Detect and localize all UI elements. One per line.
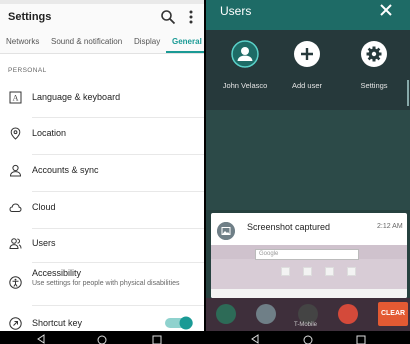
preview-tile <box>325 267 334 276</box>
notification-time: 2:12 AM <box>377 223 403 230</box>
navigation-bar <box>206 331 410 344</box>
navigation-bar <box>0 331 204 344</box>
location-pin-icon <box>10 127 21 140</box>
users-icon <box>9 238 22 249</box>
tab-display[interactable]: Display <box>134 37 160 46</box>
settings-item-users[interactable]: Users <box>0 234 204 264</box>
shortcut-key-icon <box>9 317 22 330</box>
divider <box>32 262 204 263</box>
account-icon <box>9 164 22 177</box>
preview-tile <box>281 267 290 276</box>
settings-item-location[interactable]: Location <box>0 124 204 154</box>
settings-item-cloud[interactable]: Cloud <box>0 198 204 228</box>
tab-general[interactable]: General <box>172 37 202 46</box>
gear-icon <box>361 41 387 67</box>
recents-icon[interactable] <box>152 335 162 344</box>
search-icon[interactable] <box>160 9 176 25</box>
divider <box>32 154 204 155</box>
users-header: Users <box>206 0 410 30</box>
settings-item-label: Shortcut key <box>32 318 83 328</box>
settings-tabs: Networks Sound & notification Display Ge… <box>0 31 204 54</box>
settings-item-label: Language & keyboard <box>32 92 121 102</box>
home-icon[interactable] <box>97 335 107 344</box>
back-icon[interactable] <box>37 334 45 344</box>
back-icon[interactable] <box>251 334 259 344</box>
settings-item-label: Accounts & sync <box>32 165 99 175</box>
preview-search-box: Google <box>255 249 359 260</box>
preview-tile <box>303 267 312 276</box>
screenshot-notification[interactable]: Screenshot captured 2:12 AM Google <box>211 213 407 298</box>
users-title: Users <box>220 4 252 18</box>
recents-icon[interactable] <box>356 335 366 344</box>
user-john-velasco[interactable]: John Velasco <box>210 40 280 90</box>
users-settings-button[interactable]: Settings <box>339 40 409 90</box>
notification-shade-pane: Users John Velasco Add user Settings Scr… <box>206 0 410 344</box>
user-avatar-icon <box>231 40 259 68</box>
settings-item-label: Accessibility <box>32 268 82 278</box>
settings-item-label: Location <box>32 128 67 138</box>
settings-item-label: Cloud <box>32 202 56 212</box>
notification-title: Screenshot captured <box>247 222 331 232</box>
shortcut-key-toggle[interactable] <box>164 316 194 330</box>
add-user-label: Add user <box>291 81 323 90</box>
home-icon[interactable] <box>303 335 313 344</box>
page-title: Settings <box>8 11 52 23</box>
dual-window-screen: Settings Networks Sound & notification D… <box>0 0 410 344</box>
contacts-app-icon[interactable] <box>256 304 276 324</box>
nav-buttons <box>251 334 366 344</box>
nav-buttons <box>37 334 162 344</box>
users-panel: John Velasco Add user Settings <box>206 30 410 110</box>
home-dock: CLEAR T-Mobile <box>206 298 410 331</box>
clear-button[interactable]: CLEAR <box>378 302 408 326</box>
close-icon[interactable] <box>378 2 394 18</box>
browser-app-icon[interactable] <box>338 304 358 324</box>
section-header-personal: PERSONAL <box>8 67 47 74</box>
tab-networks[interactable]: Networks <box>6 37 39 46</box>
overflow-menu-icon[interactable] <box>186 8 196 26</box>
divider <box>32 191 204 192</box>
settings-item-accounts-sync[interactable]: Accounts & sync <box>0 161 204 191</box>
add-icon <box>294 41 320 67</box>
divider <box>32 305 204 306</box>
settings-item-language-keyboard[interactable]: A Language & keyboard <box>0 87 204 117</box>
screenshot-preview: Google <box>211 245 407 298</box>
carrier-label: T-Mobile <box>294 322 318 328</box>
preview-tile <box>347 267 356 276</box>
accessibility-icon <box>9 276 22 289</box>
keyboard-icon: A <box>9 91 22 104</box>
divider <box>32 228 204 229</box>
svg-text:A: A <box>13 94 19 103</box>
settings-item-label: Users <box>32 238 56 248</box>
dimmed-background <box>206 110 410 210</box>
settings-app-bar: Settings <box>0 4 204 31</box>
user-name: John Velasco <box>222 81 268 90</box>
settings-item-accessibility[interactable]: Accessibility Use settings for people wi… <box>0 265 204 305</box>
settings-label: Settings <box>360 81 388 90</box>
scroll-indicator <box>407 80 409 106</box>
active-tab-indicator <box>166 51 204 53</box>
add-user-button[interactable]: Add user <box>272 40 342 90</box>
preview-strip <box>211 289 407 298</box>
tab-sound-notification[interactable]: Sound & notification <box>51 37 122 46</box>
apps-grid-icon[interactable] <box>298 304 318 324</box>
settings-item-subtitle: Use settings for people with physical di… <box>32 280 180 287</box>
divider <box>32 117 204 118</box>
settings-pane: Settings Networks Sound & notification D… <box>0 0 204 344</box>
cloud-icon <box>9 203 22 212</box>
image-icon <box>217 222 235 240</box>
phone-app-icon[interactable] <box>216 304 236 324</box>
